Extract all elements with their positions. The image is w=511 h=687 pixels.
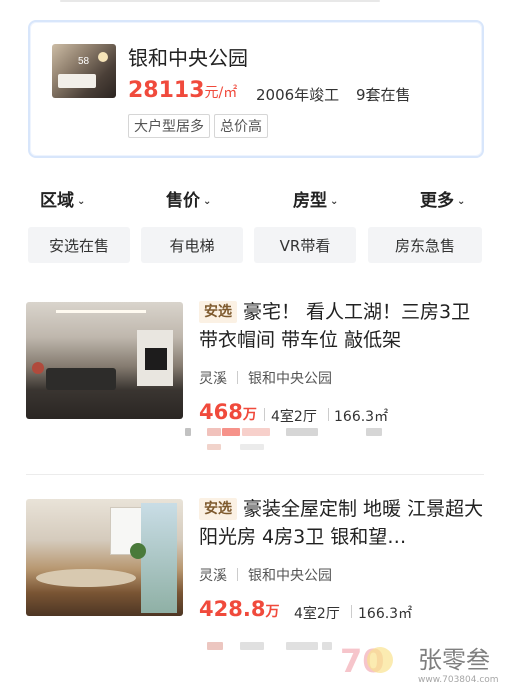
filter-area-label: 区域 (40, 191, 74, 211)
listing-title: 安选 豪装全屋定制 地暖 江景超大阳光房 4房3卫 银和望… (199, 495, 484, 551)
blurred-tag (286, 428, 318, 436)
quick-filter-chips: 安选在售 有电梯 VR带看 房东急售 (28, 227, 482, 263)
community-card[interactable]: 58 银和中央公园 28113元/㎡ 2006年竣工 9套在售 大户型居多 总价… (28, 20, 484, 158)
chevron-down-icon: ⌄ (77, 196, 86, 207)
tag-high-total: 总价高 (214, 114, 268, 138)
tv-shape (145, 348, 167, 370)
filter-area[interactable]: 区域 ⌄ (40, 186, 85, 211)
built-year: 2006年竣工 (256, 86, 340, 104)
price-value: 28113 (128, 78, 205, 103)
blurred-tag (240, 642, 264, 650)
tag-large-units: 大户型居多 (128, 114, 210, 138)
blurred-tag (207, 444, 221, 450)
listing-layout: 4室2厅 (271, 409, 317, 425)
bed-shape (58, 74, 96, 88)
separator (264, 408, 265, 421)
chevron-down-icon: ⌄ (330, 196, 339, 207)
chip-vr[interactable]: VR带看 (254, 227, 356, 263)
community-photo[interactable]: 58 (52, 44, 116, 98)
filter-more[interactable]: 更多 ⌄ (420, 186, 465, 211)
separator (237, 371, 238, 384)
blurred-tag (240, 444, 264, 450)
chip-urgent-sale[interactable]: 房东急售 (368, 227, 482, 263)
separator (237, 568, 238, 581)
photo-count: 58 (78, 56, 90, 67)
separator (328, 408, 329, 421)
community-price: 28113元/㎡ (128, 78, 237, 103)
listing-area: 166.3㎡ (334, 409, 389, 425)
blurred-tag (286, 642, 318, 650)
listing-title-text: 豪装全屋定制 地暖 江景超大阳光房 4房3卫 银和望… (199, 498, 484, 548)
watermark-url: www.703804.com (418, 675, 499, 684)
chip-anxuan[interactable]: 安选在售 (28, 227, 130, 263)
blurred-tag (222, 428, 240, 436)
ceiling-light-shape (56, 310, 146, 313)
listing-price-value: 428.8 (199, 597, 266, 621)
top-divider (60, 0, 380, 2)
lamp-shape (98, 52, 108, 62)
listing-community: 银和中央公园 (248, 568, 332, 584)
window-shape (141, 503, 177, 613)
listing-price: 428.8万 (199, 597, 279, 621)
listing-price-value: 468 (199, 400, 243, 424)
listing-location: 灵溪 银和中央公园 (199, 368, 332, 388)
blurred-tag (242, 428, 270, 436)
community-tags: 大户型居多 总价高 (128, 114, 268, 138)
list-divider (26, 474, 484, 475)
filter-bar: 区域 ⌄ 售价 ⌄ 房型 ⌄ 更多 ⌄ (40, 186, 480, 211)
sofa-shape (46, 368, 116, 390)
separator (351, 605, 352, 618)
listing-photo[interactable] (26, 302, 183, 419)
chevron-down-icon: ⌄ (457, 196, 466, 207)
listing-photo[interactable] (26, 499, 183, 616)
flower-shape (32, 362, 44, 374)
watermark-logo: 70 张零叁 www.703804.com (340, 642, 499, 684)
chip-elevator[interactable]: 有电梯 (141, 227, 243, 263)
listing-price-unit: 万 (265, 604, 280, 620)
filter-more-label: 更多 (420, 191, 454, 211)
listing-area: 166.3㎡ (358, 606, 413, 622)
anxuan-badge: 安选 (199, 498, 237, 520)
blurred-tag (322, 642, 332, 650)
anxuan-badge: 安选 (199, 301, 237, 323)
chevron-down-icon: ⌄ (203, 196, 212, 207)
plant-shape (130, 543, 146, 559)
listing-price: 468万 (199, 400, 257, 424)
watermark-circle-icon (367, 647, 393, 673)
filter-price-label: 售价 (166, 191, 200, 211)
listing-layout: 4室2厅 (294, 606, 340, 622)
listing-district: 灵溪 (199, 568, 227, 584)
listing-community: 银和中央公园 (248, 371, 332, 387)
table-shape (36, 569, 136, 587)
filter-layout[interactable]: 房型 ⌄ (293, 186, 338, 211)
price-unit: 元/㎡ (204, 85, 238, 101)
listing-price-unit: 万 (242, 407, 257, 423)
listing-title: 安选 豪宅！ 看人工湖！三房3卫 带衣帽间 带车位 敲低架 (199, 298, 484, 354)
filter-price[interactable]: 售价 ⌄ (166, 186, 211, 211)
listing-item[interactable]: 安选 豪装全屋定制 地暖 江景超大阳光房 4房3卫 银和望… 灵溪 银和中央公园 4… (26, 498, 484, 622)
blurred-tag (366, 428, 382, 436)
blurred-tag (207, 428, 221, 436)
listing-title-text: 豪宅！ 看人工湖！三房3卫 带衣帽间 带车位 敲低架 (199, 301, 471, 351)
blurred-tag (207, 642, 223, 650)
on-sale-count: 9套在售 (356, 86, 411, 104)
listing-district: 灵溪 (199, 371, 227, 387)
watermark-text: 张零叁 (418, 646, 490, 674)
blurred-tag (185, 428, 191, 436)
listing-location: 灵溪 银和中央公园 (199, 565, 332, 585)
filter-layout-label: 房型 (293, 191, 327, 211)
community-name: 银和中央公园 (128, 46, 248, 70)
